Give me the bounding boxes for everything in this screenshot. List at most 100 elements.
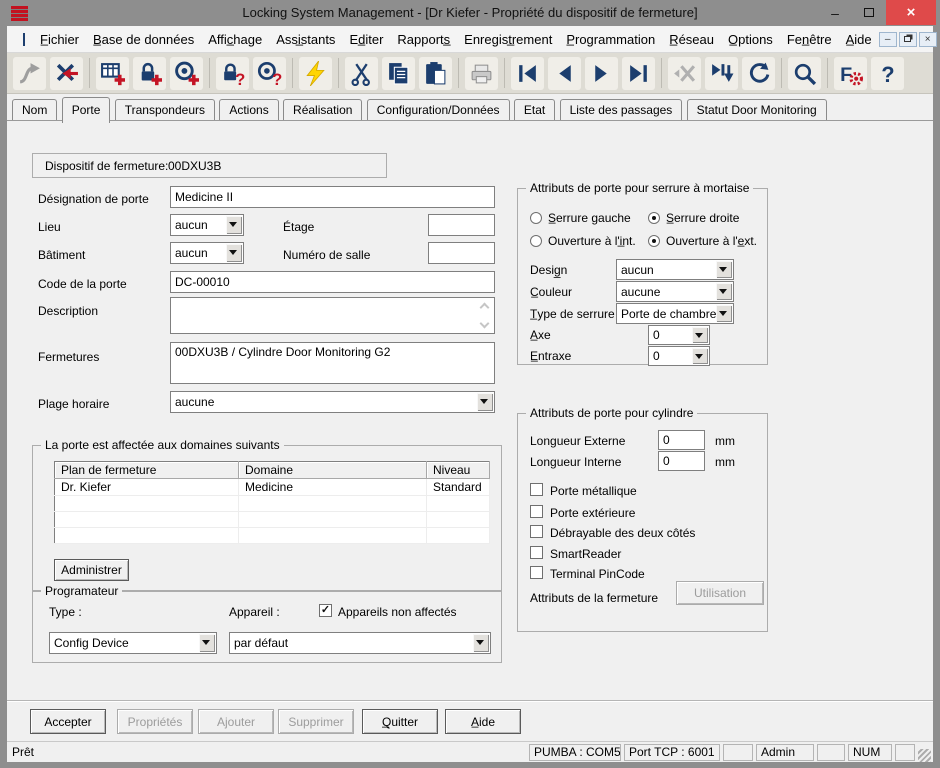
dropdown-arrow-icon[interactable] [716,261,732,278]
menu-reseau[interactable]: R̲éseau [662,28,721,51]
axe-combo[interactable]: 0 [648,325,710,345]
connect-button[interactable] [13,57,46,90]
longueur-externe-input[interactable] [658,430,705,450]
table-row[interactable]: Dr. Kiefer Medicine Standard [55,479,490,496]
last-record-button[interactable] [622,57,655,90]
close-button[interactable]: × [886,0,936,25]
menu-affichage[interactable]: Affic̲hage [201,28,269,51]
menu-base-de-donnees[interactable]: B̲ase de données [86,28,201,51]
entraxe-combo[interactable]: 0 [648,346,710,366]
dropdown-arrow-icon[interactable] [226,216,242,234]
menu-aide[interactable]: A̲ide [839,28,879,51]
read-lock-button[interactable]: ? [216,57,249,90]
cut-button[interactable] [345,57,378,90]
dropdown-arrow-icon[interactable] [692,327,708,343]
previous-record-button[interactable] [548,57,581,90]
refresh-button[interactable] [742,57,775,90]
tab-realisation[interactable]: Réalisation [283,99,362,120]
tab-liste-des-passages[interactable]: Liste des passages [560,99,683,120]
apply-record-button[interactable] [705,57,738,90]
porte-metallique-checkbox[interactable] [530,483,543,496]
mdi-close-button[interactable]: × [919,32,937,47]
smartreader-checkbox[interactable] [530,546,543,559]
plage-horaire-combo[interactable]: aucune [170,391,495,413]
tab-porte[interactable]: Porte [62,97,111,123]
dropdown-arrow-icon[interactable] [716,305,732,322]
read-transponder-button[interactable]: ? [253,57,286,90]
resize-grip[interactable] [918,749,931,762]
tab-configuration-donnees[interactable]: Configuration/Données [367,99,510,120]
accepter-button[interactable]: Accepter [30,709,106,734]
ouverture-int-radio[interactable] [530,235,542,247]
aide-button[interactable]: A̲ide [445,709,521,734]
menu-options[interactable]: O̲ptions [721,28,780,51]
new-locking-system-button[interactable] [96,57,129,90]
debrayable-checkbox[interactable] [530,525,543,538]
copy-button[interactable] [382,57,415,90]
mdi-minimize-button[interactable]: – [879,32,897,47]
menu-editer[interactable]: Ed̲iter [342,28,390,51]
designation-input[interactable] [170,186,495,208]
longueur-interne-input[interactable] [658,451,705,471]
column-niveau[interactable]: Niveau [427,462,490,479]
fermetures-field[interactable]: 00DXU3B / Cylindre Door Monitoring G2 [170,342,495,384]
new-lock-button[interactable] [133,57,166,90]
quitter-button[interactable]: Q̲uitter [362,709,438,734]
tab-actions[interactable]: Actions [219,99,278,120]
dropdown-arrow-icon[interactable] [473,634,489,652]
programmer-type-combo[interactable]: Config Device [49,632,217,654]
code-input[interactable] [170,271,495,293]
dropdown-arrow-icon[interactable] [716,283,732,300]
column-plan-de-fermeture[interactable]: Plan de fermeture [55,462,239,479]
dropdown-arrow-icon[interactable] [226,244,242,262]
serrure-gauche-radio[interactable] [530,212,542,224]
dropdown-arrow-icon[interactable] [477,393,493,411]
terminal-pincode-checkbox[interactable] [530,566,543,579]
menu-fenetre[interactable]: Fen̲être [780,28,839,51]
field-settings-button[interactable]: F [834,57,867,90]
appareils-non-affectes-checkbox[interactable]: ✓ [319,604,332,617]
menu-enregistrement[interactable]: Enregist̲rement [457,28,559,51]
next-record-button[interactable] [585,57,618,90]
disconnect-button[interactable] [50,57,83,90]
salle-input[interactable] [428,242,495,264]
supprimer-button[interactable]: Supprimer [278,709,354,734]
ouverture-ext-radio[interactable] [648,235,660,247]
search-button[interactable] [788,57,821,90]
dropdown-arrow-icon[interactable] [199,634,215,652]
administrer-button[interactable]: Administrer [54,559,129,581]
lieu-combo[interactable]: aucun [170,214,244,236]
help-button[interactable]: ? [871,57,904,90]
design-combo[interactable]: aucun [616,259,734,280]
menu-rapports[interactable]: Rapports̲ [390,28,457,51]
dropdown-arrow-icon[interactable] [692,348,708,364]
print-button[interactable] [465,57,498,90]
column-domaine[interactable]: Domaine [239,462,427,479]
cancel-record-button[interactable] [668,57,701,90]
scroll-up-icon[interactable] [480,303,490,313]
paste-button[interactable] [419,57,452,90]
menu-assistants[interactable]: Assi̲stants [269,28,342,51]
tab-etat[interactable]: Etat [514,99,555,120]
minimize-button[interactable]: – [818,0,852,25]
tab-nom[interactable]: Nom [12,99,57,120]
couleur-combo[interactable]: aucune [616,281,734,302]
proprietes-button[interactable]: Propriétés [117,709,193,734]
menu-fichier[interactable]: F̲ichier [33,28,86,51]
utilisation-button[interactable]: Utilisation [676,581,764,605]
porte-exterieure-checkbox[interactable] [530,505,543,518]
tab-statut-door-monitoring[interactable]: Statut Door Monitoring [687,99,827,120]
batiment-combo[interactable]: aucun [170,242,244,264]
menu-programmation[interactable]: P̲rogrammation [559,28,662,51]
maximize-button[interactable] [852,0,886,25]
scroll-down-icon[interactable] [480,319,490,329]
ajouter-button[interactable]: Ajouter [198,709,274,734]
description-field[interactable] [170,297,495,334]
type-de-serrure-combo[interactable]: Porte de chambre [616,303,734,324]
mdi-restore-button[interactable] [899,32,917,47]
tab-transpondeurs[interactable]: Transpondeurs [115,99,215,120]
program-button[interactable] [299,57,332,90]
serrure-droite-radio[interactable] [648,212,660,224]
programmer-appareil-combo[interactable]: par défaut [229,632,491,654]
new-transponder-button[interactable] [170,57,203,90]
